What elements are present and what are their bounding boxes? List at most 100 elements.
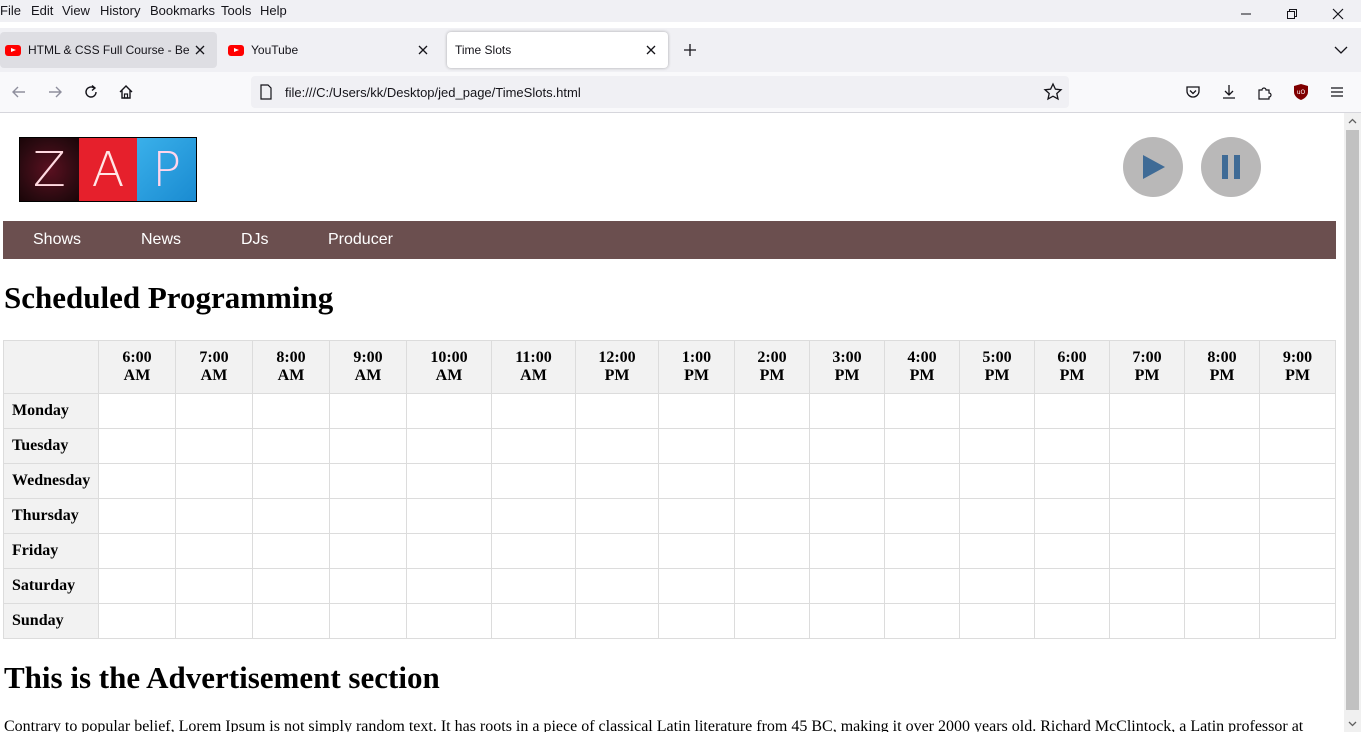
time-slot-hour: 6:00: [1057, 349, 1087, 366]
time-slot-header: 5:00 PM: [959, 340, 1035, 394]
schedule-slot-cell: [658, 428, 735, 464]
pocket-button[interactable]: [1181, 80, 1205, 104]
menu-file[interactable]: File: [0, 3, 21, 18]
pause-button[interactable]: [1201, 137, 1261, 197]
home-button[interactable]: [114, 80, 138, 104]
bookmark-star-icon[interactable]: [1043, 82, 1063, 102]
nav-link-news[interactable]: News: [141, 231, 181, 249]
tab-html-course[interactable]: HTML & CSS Full Course - Beginner to Pro: [0, 32, 217, 68]
extensions-button[interactable]: [1253, 80, 1277, 104]
close-window-button[interactable]: [1315, 0, 1361, 28]
tab-close-button[interactable]: [641, 40, 661, 60]
reload-button[interactable]: [79, 80, 103, 104]
back-button[interactable]: [7, 80, 31, 104]
zap-logo[interactable]: Z A P: [19, 137, 197, 202]
time-slot-period: AM: [200, 367, 228, 384]
nav-link-producer[interactable]: Producer: [328, 231, 393, 249]
time-slot-header: 9:00 AM: [329, 340, 407, 394]
menu-bookmarks[interactable]: Bookmarks: [150, 3, 215, 18]
schedule-slot-cell: [98, 603, 176, 639]
schedule-slot-cell: [734, 428, 810, 464]
ublock-button[interactable]: uO: [1289, 80, 1313, 104]
schedule-slot-cell: [98, 393, 176, 429]
list-all-tabs-button[interactable]: [1329, 38, 1353, 62]
logo-letter: A: [78, 138, 138, 201]
forward-button[interactable]: [43, 80, 67, 104]
schedule-slot-cell: [959, 393, 1035, 429]
tab-time-slots[interactable]: Time Slots: [447, 32, 668, 68]
home-icon: [119, 85, 133, 99]
play-button[interactable]: [1123, 137, 1183, 197]
url-bar[interactable]: file:///C:/Users/kk/Desktop/jed_page/Tim…: [251, 76, 1069, 108]
day-row: Sunday: [3, 603, 1336, 639]
schedule-slot-cell: [175, 568, 253, 604]
nav-link-djs[interactable]: DJs: [241, 231, 269, 249]
nav-link-shows[interactable]: Shows: [33, 231, 81, 249]
downloads-button[interactable]: [1217, 80, 1241, 104]
schedule-slot-cell: [959, 568, 1035, 604]
menu-tools[interactable]: Tools: [221, 3, 251, 18]
schedule-slot-cell: [1034, 603, 1110, 639]
schedule-slot-cell: [1259, 568, 1336, 604]
schedule-slot-cell: [98, 568, 176, 604]
restore-button[interactable]: [1269, 0, 1315, 28]
scrollbar-thumb[interactable]: [1346, 130, 1359, 710]
advertisement-title: This is the Advertisement section: [4, 660, 440, 695]
menu-bar: File Edit View History Bookmarks Tools H…: [0, 0, 1361, 22]
time-slot-period: AM: [520, 367, 547, 384]
menu-history[interactable]: History: [100, 3, 140, 18]
time-slot-period: PM: [1059, 367, 1085, 384]
time-slot-hour: 11:00: [515, 349, 552, 366]
day-label: Saturday: [3, 568, 99, 604]
puzzle-icon: [1258, 87, 1272, 100]
day-row: Monday: [3, 393, 1336, 429]
schedule-slot-cell: [884, 393, 960, 429]
scroll-up-button[interactable]: [1344, 113, 1361, 129]
schedule-slot-cell: [1034, 393, 1110, 429]
schedule-slot-cell: [252, 498, 330, 534]
schedule-slot-cell: [1259, 498, 1336, 534]
schedule-slot-cell: [98, 463, 176, 499]
menu-view[interactable]: View: [62, 3, 90, 18]
vertical-scrollbar[interactable]: [1344, 113, 1361, 732]
schedule-slot-cell: [329, 603, 407, 639]
schedule-slot-cell: [329, 533, 407, 569]
tab-youtube[interactable]: YouTube: [223, 32, 440, 68]
schedule-slot-cell: [252, 428, 330, 464]
scroll-down-button[interactable]: [1344, 716, 1361, 732]
schedule-slot-cell: [491, 428, 576, 464]
new-tab-button[interactable]: [678, 38, 702, 62]
minimize-button[interactable]: [1223, 0, 1269, 28]
url-text[interactable]: file:///C:/Users/kk/Desktop/jed_page/Tim…: [285, 85, 581, 100]
schedule-slot-cell: [98, 498, 176, 534]
reload-icon: [85, 84, 97, 98]
schedule-slot-cell: [329, 568, 407, 604]
time-slot-header: 6:00 PM: [1034, 340, 1110, 394]
schedule-slot-cell: [575, 498, 659, 534]
chevron-up-icon: [1348, 118, 1357, 124]
tab-close-button[interactable]: [190, 40, 210, 60]
schedule-slot-cell: [1184, 393, 1260, 429]
schedule-slot-cell: [1109, 498, 1185, 534]
schedule-slot-cell: [1259, 428, 1336, 464]
time-slot-header: 3:00 PM: [809, 340, 885, 394]
schedule-slot-cell: [491, 533, 576, 569]
menu-help[interactable]: Help: [260, 3, 287, 18]
schedule-slot-cell: [1109, 533, 1185, 569]
time-slot-period: PM: [909, 367, 935, 384]
schedule-slot-cell: [1184, 603, 1260, 639]
tab-close-button[interactable]: [413, 40, 433, 60]
arrow-right-icon: [49, 86, 62, 98]
schedule-slot-cell: [658, 568, 735, 604]
tab-label: HTML & CSS Full Course - Beginner to Pro: [28, 43, 190, 57]
day-row: Saturday: [3, 568, 1336, 604]
time-slot-hour: 2:00: [757, 349, 787, 366]
schedule-slot-cell: [959, 498, 1035, 534]
app-menu-button[interactable]: [1325, 80, 1349, 104]
time-slot-header: 1:00 PM: [658, 340, 735, 394]
schedule-slot-cell: [1259, 603, 1336, 639]
schedule-slot-cell: [884, 498, 960, 534]
day-label: Tuesday: [3, 428, 99, 464]
menu-edit[interactable]: Edit: [31, 3, 53, 18]
schedule-slot-cell: [575, 533, 659, 569]
